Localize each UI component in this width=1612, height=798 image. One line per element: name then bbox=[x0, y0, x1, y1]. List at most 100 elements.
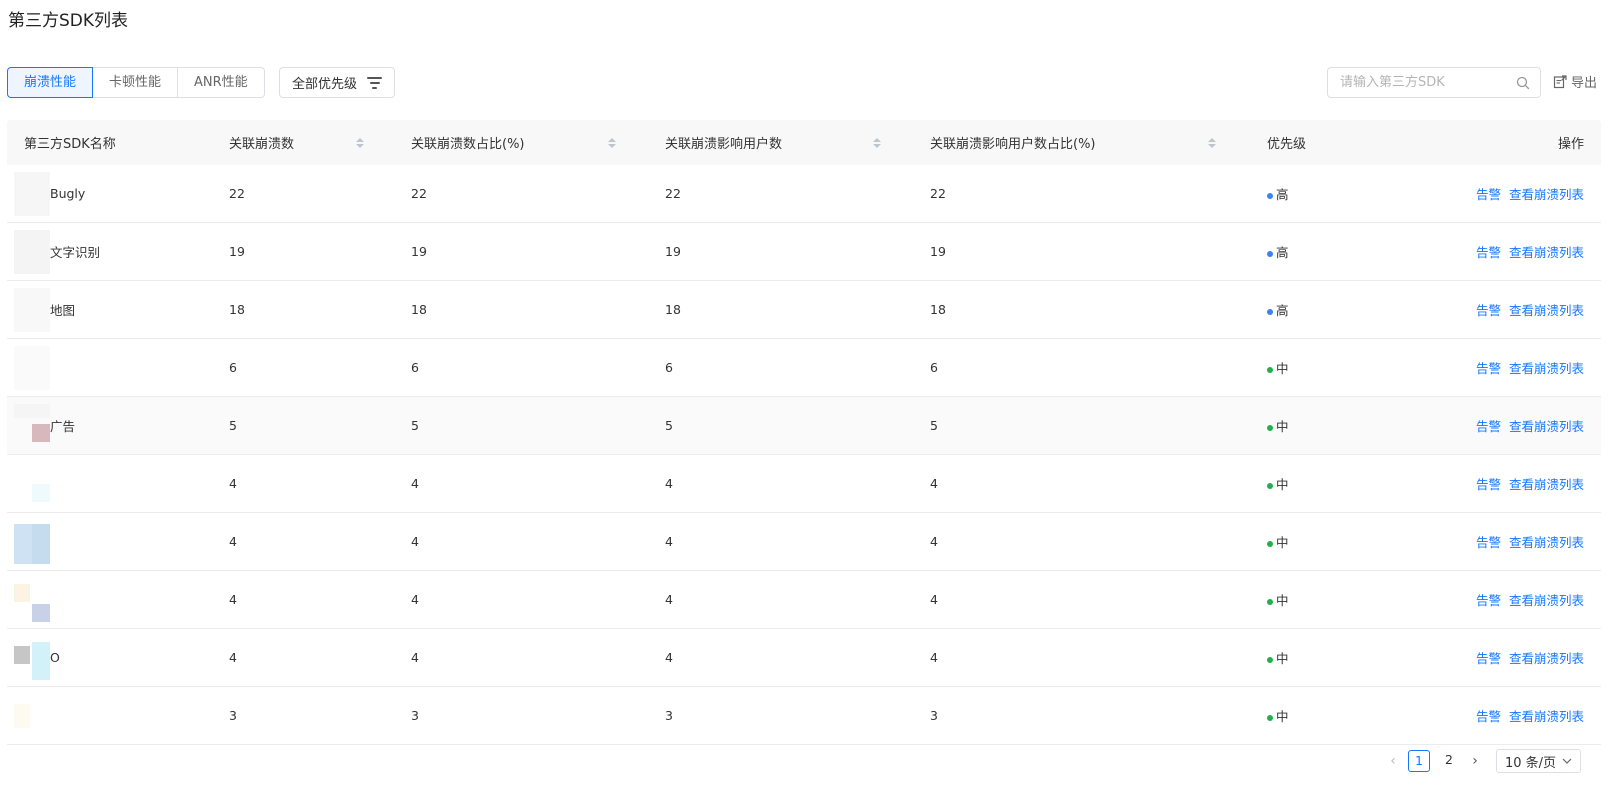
priority: 中 bbox=[1247, 590, 1447, 609]
table-row: 6 6 6 6 中 告警 查看崩溃列表 bbox=[7, 339, 1601, 397]
col-priority: 优先级 bbox=[1267, 137, 1307, 152]
sdk-logo bbox=[14, 578, 52, 622]
table-row: 4 4 4 4 中 告警 查看崩溃列表 bbox=[7, 455, 1601, 513]
sdk-logo bbox=[14, 229, 52, 274]
priority: 高 bbox=[1247, 184, 1447, 203]
sort-icon[interactable] bbox=[1208, 137, 1216, 148]
chevron-down-icon bbox=[1562, 758, 1572, 764]
col-affected-users-pct-label: 关联崩溃影响用户数占比(%) bbox=[930, 137, 1096, 152]
sdk-name: Bugly bbox=[50, 186, 86, 201]
sdk-name-cell: O bbox=[7, 636, 209, 680]
alert-link[interactable]: 告警 bbox=[1476, 593, 1501, 608]
search-icon[interactable] bbox=[1516, 76, 1530, 90]
table-row: Bugly 22 22 22 22 高 告警 查看崩溃列表 bbox=[7, 165, 1601, 223]
sort-icon[interactable] bbox=[608, 137, 616, 148]
alert-link[interactable]: 告警 bbox=[1476, 303, 1501, 318]
tab-anr[interactable]: ANR性能 bbox=[177, 67, 265, 98]
next-page-icon[interactable]: › bbox=[1468, 753, 1482, 769]
view-crash-list-link[interactable]: 查看崩溃列表 bbox=[1509, 245, 1584, 260]
view-crash-list-link[interactable]: 查看崩溃列表 bbox=[1509, 419, 1584, 434]
priority-filter-label: 全部优先级 bbox=[292, 77, 358, 92]
page-1[interactable]: 1 bbox=[1408, 750, 1430, 772]
view-crash-list-link[interactable]: 查看崩溃列表 bbox=[1509, 593, 1584, 608]
view-crash-list-link[interactable]: 查看崩溃列表 bbox=[1509, 303, 1584, 318]
page-2[interactable]: 2 bbox=[1438, 750, 1460, 772]
affected-users: 4 bbox=[665, 476, 673, 491]
sdk-logo bbox=[14, 520, 52, 564]
priority: 中 bbox=[1247, 648, 1447, 667]
crash-pct: 3 bbox=[411, 708, 419, 723]
sdk-name-cell: 地图 bbox=[7, 287, 209, 332]
page-size-value: 10 条/页 bbox=[1505, 755, 1557, 771]
priority-label: 中 bbox=[1276, 361, 1289, 376]
sdk-search-input[interactable] bbox=[1338, 74, 1516, 91]
export-button[interactable]: 导出 bbox=[1553, 72, 1597, 91]
sdk-logo bbox=[14, 694, 52, 738]
priority-dot-icon bbox=[1267, 366, 1273, 373]
view-crash-list-link[interactable]: 查看崩溃列表 bbox=[1509, 361, 1584, 376]
table-row: 文字识别 19 19 19 19 高 告警 查看崩溃列表 bbox=[7, 223, 1601, 281]
priority-dot-icon bbox=[1267, 482, 1273, 489]
crash-pct: 4 bbox=[411, 534, 419, 549]
alert-link[interactable]: 告警 bbox=[1476, 477, 1501, 492]
affected-users: 19 bbox=[665, 244, 681, 259]
alert-link[interactable]: 告警 bbox=[1476, 535, 1501, 550]
table-row: 3 3 3 3 中 告警 查看崩溃列表 bbox=[7, 687, 1601, 745]
col-crash-count[interactable]: 关联崩溃数 bbox=[209, 133, 391, 152]
col-crash-count-label: 关联崩溃数 bbox=[229, 137, 295, 152]
sort-icon[interactable] bbox=[873, 137, 881, 148]
alert-link[interactable]: 告警 bbox=[1476, 187, 1501, 202]
priority: 中 bbox=[1247, 358, 1447, 377]
crash-count: 4 bbox=[229, 534, 237, 549]
actions: 告警 查看崩溃列表 bbox=[1447, 300, 1601, 319]
sdk-logo bbox=[14, 287, 52, 332]
prev-page-icon[interactable]: ‹ bbox=[1386, 753, 1400, 769]
view-crash-list-link[interactable]: 查看崩溃列表 bbox=[1509, 535, 1584, 550]
col-crash-pct[interactable]: 关联崩溃数占比(%) bbox=[391, 133, 645, 152]
alert-link[interactable]: 告警 bbox=[1476, 651, 1501, 666]
sdk-logo bbox=[14, 171, 52, 216]
table-row: O 4 4 4 4 中 告警 查看崩溃列表 bbox=[7, 629, 1601, 687]
sdk-name: 文字识别 bbox=[50, 245, 101, 260]
view-crash-list-link[interactable]: 查看崩溃列表 bbox=[1509, 477, 1584, 492]
crash-pct: 5 bbox=[411, 418, 419, 433]
col-affected-users-pct[interactable]: 关联崩溃影响用户数占比(%) bbox=[910, 133, 1247, 152]
tab-lag[interactable]: 卡顿性能 bbox=[92, 67, 179, 98]
view-crash-list-link[interactable]: 查看崩溃列表 bbox=[1509, 187, 1584, 202]
sort-icon[interactable] bbox=[356, 137, 364, 148]
alert-link[interactable]: 告警 bbox=[1476, 245, 1501, 260]
affected-users: 4 bbox=[665, 650, 673, 665]
priority-filter-button[interactable]: 全部优先级 bbox=[279, 67, 396, 98]
col-affected-users[interactable]: 关联崩溃影响用户数 bbox=[645, 133, 910, 152]
alert-link[interactable]: 告警 bbox=[1476, 709, 1501, 724]
crash-count: 18 bbox=[229, 302, 245, 317]
actions: 告警 查看崩溃列表 bbox=[1447, 242, 1601, 261]
priority-dot-icon bbox=[1267, 308, 1273, 315]
priority-label: 中 bbox=[1276, 651, 1289, 666]
alert-link[interactable]: 告警 bbox=[1476, 419, 1501, 434]
crash-pct: 4 bbox=[411, 650, 419, 665]
crash-pct: 22 bbox=[411, 186, 427, 201]
table-row: 地图 18 18 18 18 高 告警 查看崩溃列表 bbox=[7, 281, 1601, 339]
affected-users: 3 bbox=[665, 708, 673, 723]
col-affected-users-label: 关联崩溃影响用户数 bbox=[665, 137, 783, 152]
crash-pct: 4 bbox=[411, 592, 419, 607]
affected-users: 18 bbox=[665, 302, 681, 317]
sdk-table: 第三方SDK名称 关联崩溃数 关联崩溃数占比(%) 关联崩溃影响用户数 关联崩溃… bbox=[7, 120, 1601, 745]
alert-link[interactable]: 告警 bbox=[1476, 361, 1501, 376]
filter-lines-icon bbox=[367, 76, 383, 89]
performance-tabs: 崩溃性能 卡顿性能 ANR性能 bbox=[7, 67, 265, 98]
sdk-name-cell bbox=[7, 694, 209, 738]
affected-users-pct: 19 bbox=[930, 244, 946, 259]
tab-crash[interactable]: 崩溃性能 bbox=[7, 67, 94, 98]
actions: 告警 查看崩溃列表 bbox=[1447, 532, 1601, 551]
actions: 告警 查看崩溃列表 bbox=[1447, 184, 1601, 203]
page-title: 第三方SDK列表 bbox=[8, 11, 129, 31]
priority-label: 中 bbox=[1276, 709, 1289, 724]
crash-count: 22 bbox=[229, 186, 245, 201]
view-crash-list-link[interactable]: 查看崩溃列表 bbox=[1509, 709, 1584, 724]
view-crash-list-link[interactable]: 查看崩溃列表 bbox=[1509, 651, 1584, 666]
affected-users: 5 bbox=[665, 418, 673, 433]
page-size-select[interactable]: 10 条/页 bbox=[1496, 749, 1582, 773]
sdk-logo bbox=[14, 345, 52, 390]
